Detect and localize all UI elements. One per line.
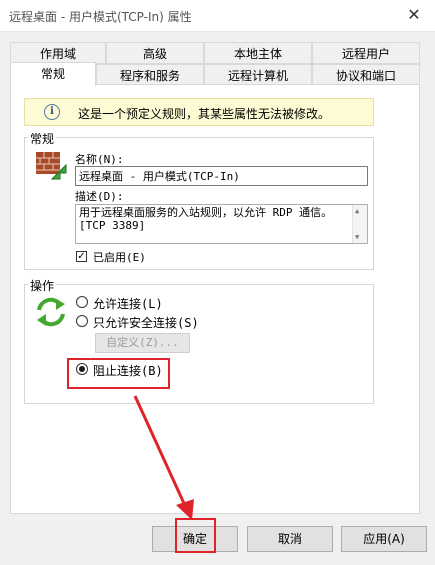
- tab-general[interactable]: 常规: [10, 62, 96, 86]
